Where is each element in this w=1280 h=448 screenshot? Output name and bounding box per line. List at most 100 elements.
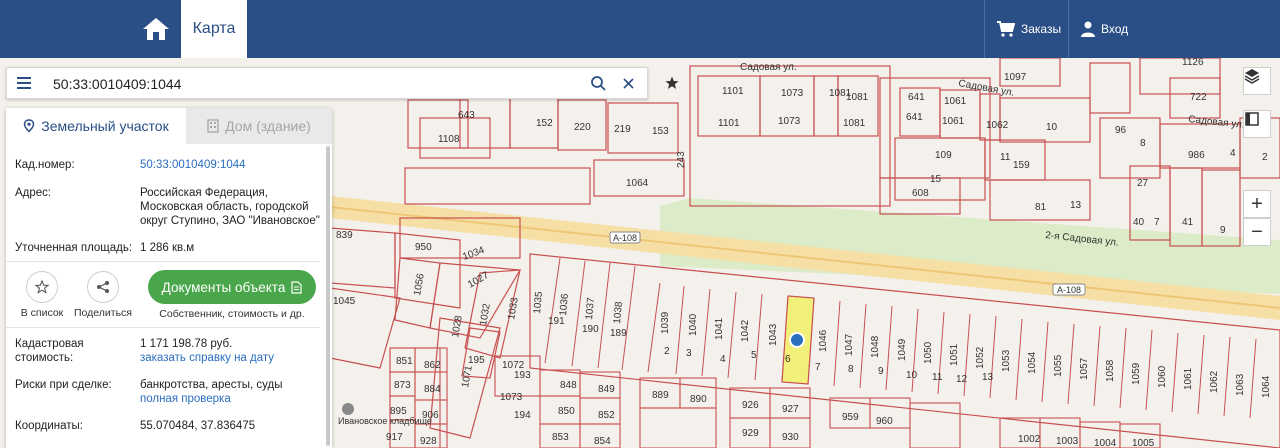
tab-land-plot[interactable]: Земельный участок: [6, 108, 186, 144]
parcel-label: 854: [594, 436, 611, 447]
parcel-label: 1101: [722, 86, 744, 97]
parcel-label: 27: [1137, 178, 1149, 189]
parcel-label: 1038: [612, 301, 625, 325]
parcel-label: 1062: [986, 120, 1009, 131]
home-button[interactable]: [132, 0, 180, 58]
risks-value: банкротства, аресты, суды: [140, 379, 283, 391]
parcel-label: 1002: [1018, 434, 1041, 445]
parcel-label: 853: [552, 432, 569, 443]
add-to-list-button[interactable]: [26, 271, 58, 303]
parcel-label: 1004: [1094, 438, 1117, 448]
parcel-label: 7: [815, 362, 821, 373]
favorites-button[interactable]: [658, 69, 686, 97]
parcel-label: 10: [906, 370, 918, 381]
home-icon: [143, 18, 169, 40]
plus-icon: +: [1251, 193, 1263, 215]
parcel-label: 862: [424, 360, 441, 371]
full-check-link[interactable]: полная проверка: [140, 392, 320, 406]
object-documents-subtitle: Собственник, стоимость и др.: [159, 308, 305, 320]
address-value: Российская Федерация, Московская область…: [140, 187, 320, 227]
cadastral-number-label: Кад.номер:: [15, 159, 75, 171]
parcel-label: 1054: [1027, 351, 1038, 374]
layers-button[interactable]: [1243, 67, 1271, 95]
parcel-label: 220: [574, 122, 591, 133]
parcel-label: 190: [582, 324, 599, 335]
parcel-label: 1046: [818, 329, 829, 352]
parcel-label: 1061: [944, 96, 967, 107]
parcel-label: 8: [848, 364, 854, 375]
parcel-label: 193: [514, 370, 531, 381]
parcel-label: 11: [932, 372, 943, 383]
parcel-label: 1003: [1056, 436, 1079, 447]
star-icon: [665, 76, 679, 89]
parcel-label: 1005: [1132, 438, 1155, 448]
cadastral-cost-value: 1 171 198.78 руб.: [140, 338, 233, 350]
tab-land-plot-label: Земельный участок: [41, 118, 169, 134]
cadastral-number-link[interactable]: 50:33:0010409:1044: [140, 158, 320, 172]
parcel-label: 5: [751, 350, 757, 361]
parcel-label: 1037: [584, 297, 597, 321]
clear-button[interactable]: [613, 68, 643, 98]
parcel-label: 1036: [558, 293, 571, 317]
parcel-label: 81: [1035, 202, 1047, 213]
parcel-label: 889: [652, 390, 669, 401]
parcel-label: 1081: [846, 92, 869, 103]
parcel-label: 1041: [714, 317, 725, 340]
parcel-label: 1062: [1209, 370, 1220, 393]
parcel-label: 848: [560, 380, 577, 391]
divider: [6, 261, 320, 262]
parcel-label: 191: [548, 316, 565, 327]
panel-scrollbar[interactable]: [326, 146, 330, 446]
parcel-label: 895: [390, 406, 407, 417]
parcel-label: 6: [785, 354, 791, 365]
parcel-label: 1040: [688, 313, 699, 336]
parcel-label: 40: [1133, 217, 1145, 228]
parcel-label: 928: [420, 436, 437, 447]
order-certificate-link[interactable]: заказать справку на дату: [140, 351, 320, 365]
object-info-panel: Земельный участок Дом (здание) Кад.номер…: [6, 108, 332, 448]
parcel-label: 884: [424, 384, 441, 395]
tab-map[interactable]: Карта: [181, 0, 247, 58]
left-parcels: [329, 227, 521, 439]
tab-building[interactable]: Дом (здание): [186, 108, 332, 144]
object-documents-label: Документы объекта: [161, 279, 286, 295]
parcel-label: 1049: [897, 338, 908, 361]
menu-button[interactable]: [7, 68, 41, 98]
parcel-label: 1097: [1004, 72, 1027, 83]
share-button[interactable]: [87, 271, 119, 303]
parcel-label: 3: [686, 348, 692, 359]
share-icon: [97, 281, 109, 293]
cadastral-cost-label: Кадастровая стоимость:: [15, 338, 84, 364]
parcel-label: 194: [514, 410, 531, 421]
parcel-label: 930: [782, 432, 799, 443]
parcel-label: 643: [458, 110, 475, 121]
zoom-in-button[interactable]: +: [1243, 190, 1271, 218]
document-icon: [291, 280, 302, 294]
parcel-label: 839: [336, 230, 353, 241]
location-marker[interactable]: [789, 332, 805, 348]
search-button[interactable]: [583, 68, 613, 98]
parcel-label: 1058: [1105, 359, 1116, 382]
parcel-label: 890: [690, 394, 707, 405]
area-label: Уточненная площадь:: [15, 242, 133, 254]
parcel-label: 1042: [740, 319, 751, 342]
parcel-label: 641: [906, 112, 923, 123]
parcel-label: 1126: [1182, 58, 1204, 68]
parcel-label: 243: [676, 151, 687, 168]
parcel-label: 849: [598, 384, 615, 395]
tab-map-label: Карта: [192, 20, 236, 37]
parcel-label: 1047: [844, 333, 855, 356]
search-icon: [591, 76, 606, 91]
parcel-label: 917: [386, 432, 403, 443]
login-button[interactable]: Вход: [1068, 0, 1280, 58]
zoom-out-button[interactable]: −: [1243, 218, 1271, 246]
object-documents-button[interactable]: Документы объекта: [148, 270, 316, 304]
parcel-label: 1051: [949, 343, 960, 366]
orders-button[interactable]: Заказы: [984, 0, 1068, 58]
parcel-label: 1034: [461, 245, 486, 263]
parcel-label: 109: [935, 150, 952, 161]
search-input[interactable]: [51, 73, 575, 95]
ruler-icon: [1245, 112, 1259, 126]
ruler-button[interactable]: [1243, 110, 1271, 138]
parcel-label: 1057: [1079, 357, 1090, 380]
